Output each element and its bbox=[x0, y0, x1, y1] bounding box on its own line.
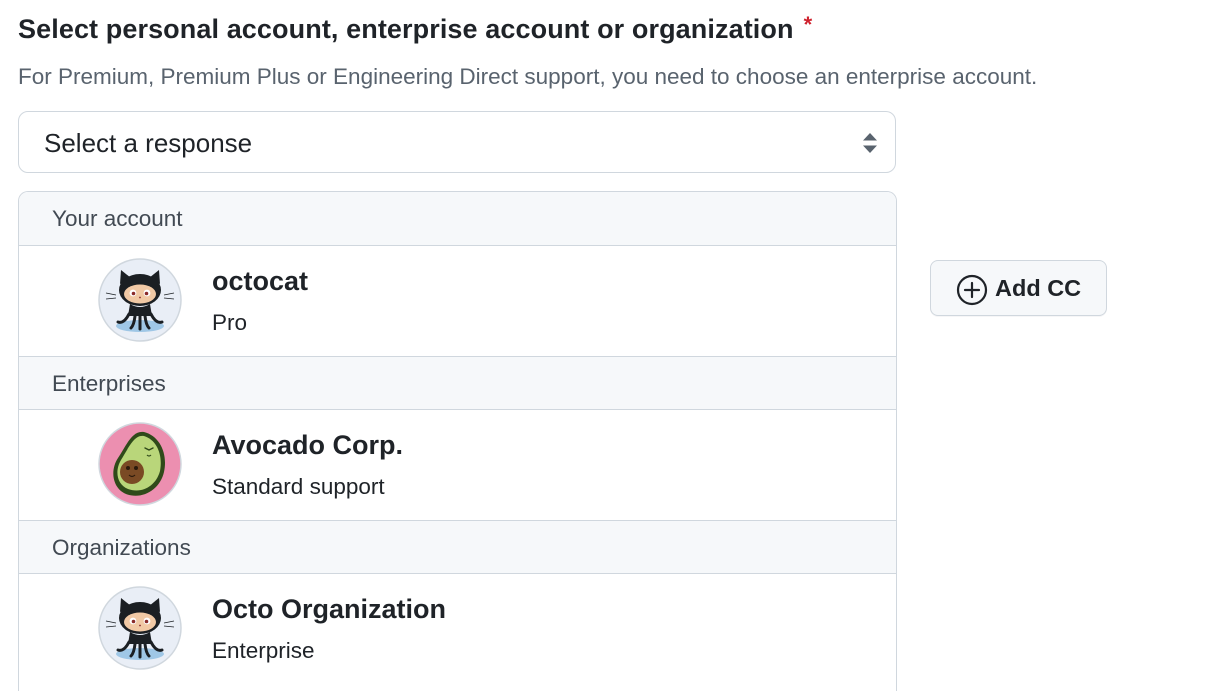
field-label-text: Select personal account, enterprise acco… bbox=[18, 14, 794, 44]
octocat-avatar bbox=[98, 586, 182, 670]
add-cc-label: Add CC bbox=[995, 275, 1082, 301]
option-subtitle: Standard support bbox=[212, 474, 385, 499]
option-octo-organization[interactable]: Octo Organization Enterprise bbox=[19, 574, 896, 684]
avocado-avatar bbox=[98, 422, 182, 506]
group-header-label: Organizations bbox=[52, 535, 191, 560]
select-arrows-icon bbox=[863, 133, 877, 153]
option-subtitle: Pro bbox=[212, 310, 248, 335]
add-cc-button[interactable]: Add CC bbox=[930, 260, 1107, 316]
option-avocado-corp[interactable]: Avocado Corp. Standard support bbox=[19, 410, 896, 520]
option-octocat[interactable]: octocat Pro bbox=[19, 246, 896, 356]
field-hint: For Premium, Premium Plus or Engineering… bbox=[18, 64, 1038, 89]
option-subtitle: Enterprise bbox=[212, 638, 315, 663]
group-header-organizations: Organizations bbox=[19, 520, 896, 574]
option-name: Avocado Corp. bbox=[212, 430, 404, 460]
group-header-enterprises: Enterprises bbox=[19, 356, 896, 410]
option-name: Octo Organization bbox=[212, 594, 447, 624]
field-label: Select personal account, enterprise acco… bbox=[18, 12, 812, 45]
select-value: Select a response bbox=[44, 128, 253, 158]
account-select[interactable]: Select a response bbox=[18, 111, 896, 173]
account-dropdown: Your account octocat Pro Enterprises Avo… bbox=[18, 191, 897, 691]
group-header-label: Your account bbox=[52, 206, 183, 231]
required-marker: * bbox=[803, 12, 813, 37]
octocat-avatar bbox=[98, 258, 182, 342]
plus-circle-icon bbox=[956, 274, 988, 306]
group-header-label: Enterprises bbox=[52, 371, 166, 396]
option-name: octocat bbox=[212, 266, 309, 296]
group-header-your-account: Your account bbox=[19, 192, 896, 246]
